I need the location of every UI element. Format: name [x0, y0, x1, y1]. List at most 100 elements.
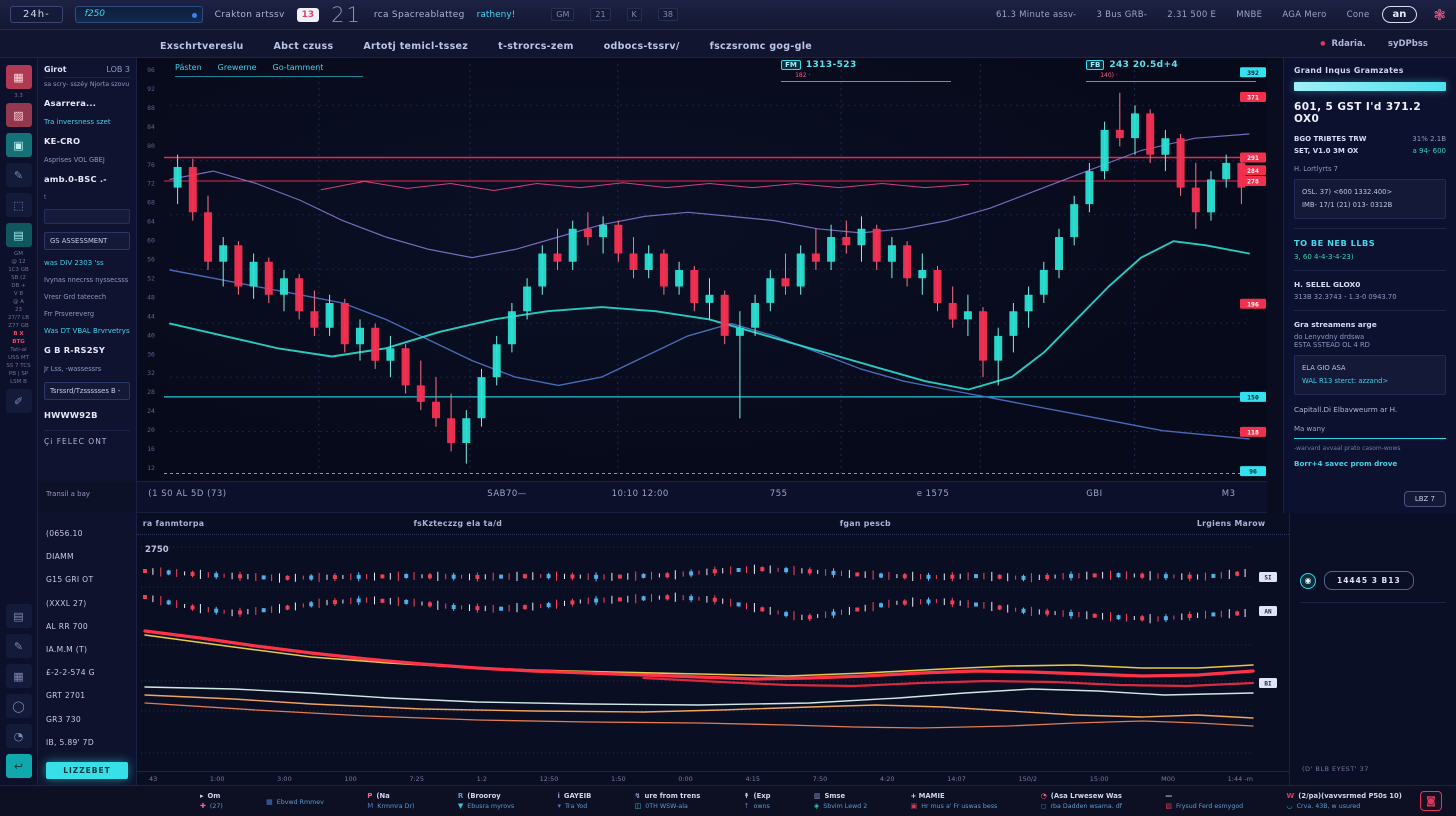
statusbar-group[interactable]: + MAMIE▣Hr mus a' Fr uswas bess: [911, 792, 998, 810]
topbar-menu-item[interactable]: MNBE: [1236, 10, 1262, 20]
rail-icon[interactable]: PB | SP: [4, 371, 34, 377]
statusbar-group[interactable]: ▥Smse◈Sbvim Lewd 2: [814, 792, 867, 810]
instrument-row[interactable]: GR3 730: [46, 715, 128, 724]
menubar-item[interactable]: Artotj temicl-tssez: [363, 41, 468, 52]
app-logo[interactable]: 24h-: [10, 6, 63, 23]
rail-icon[interactable]: 27/7 LB: [4, 315, 34, 321]
watchlist-item[interactable]: Tra inversness szet: [44, 118, 130, 126]
watchlist-item[interactable]: Tsrssrd/Tzssssses B -: [44, 382, 130, 400]
legend-item[interactable]: Go-tamment: [273, 63, 324, 72]
statusbar-group[interactable]: ◔(Asa Lrwesew Was◻rba Dadden wsama. df: [1041, 792, 1122, 810]
grid-icon[interactable]: ▦: [6, 664, 32, 688]
topbar-tool-icon[interactable]: 38: [658, 8, 678, 21]
instrument-row[interactable]: (XXXL 27): [46, 599, 128, 608]
red-chart-tile-icon[interactable]: ▦: [6, 65, 32, 89]
pen-icon[interactable]: ✐: [6, 389, 32, 413]
draw-icon[interactable]: ✎: [6, 163, 32, 187]
time-axis[interactable]: (1 S0 AL 5D (73)SAB70—10:10 12:00755e 15…: [137, 482, 1267, 513]
watchlist-item[interactable]: GS ASSESSMENT: [44, 232, 130, 250]
statusbar-group[interactable]: —▨Frysud Ferd esmygod: [1165, 792, 1243, 810]
menubar-item[interactable]: t-strorcs-zem: [498, 41, 574, 52]
teal-action-icon[interactable]: ↩: [6, 754, 32, 778]
rail-icon[interactable]: @ 12: [4, 259, 34, 265]
statusbar-group[interactable]: ▸Om✚(27): [200, 792, 223, 810]
user-avatar-icon[interactable]: ❃: [1433, 6, 1446, 24]
btc-icon[interactable]: B X: [4, 331, 34, 337]
watchlist-item[interactable]: HWWW92B: [44, 410, 130, 420]
pink-photo-tile-icon[interactable]: ▨: [6, 103, 32, 127]
statusbar-group[interactable]: W(2/pa)(vavvsrmed P50s 10)◡Crva. 43B, w …: [1287, 792, 1402, 810]
teal-photo-tile-icon[interactable]: ▣: [6, 133, 32, 157]
topbar-menu-item[interactable]: Cone: [1347, 10, 1370, 20]
panel-footer-link[interactable]: Borr+4 savec prom drove: [1294, 459, 1446, 468]
menubar-item[interactable]: odbocs-tssrv/: [604, 41, 680, 52]
menubar-item[interactable]: Abct czuss: [274, 41, 334, 52]
circle-icon[interactable]: ◯: [6, 694, 32, 718]
account-pill[interactable]: an: [1382, 6, 1418, 23]
rail-icon[interactable]: Tati-al: [4, 347, 34, 353]
instrument-row[interactable]: DIAMM: [46, 552, 128, 561]
instrument-row[interactable]: IB, 5.89' 7D: [46, 738, 128, 747]
topbar-tool-icon[interactable]: K: [627, 8, 642, 21]
candlestick-chart[interactable]: 9692888480767268646056524844403632282420…: [137, 58, 1267, 482]
menubar-item[interactable]: Exschrtvereslu: [160, 41, 244, 52]
teal-panel-icon[interactable]: ▤: [6, 223, 32, 247]
rail-icon[interactable]: USS MT: [4, 355, 34, 361]
legend-item[interactable]: Pásten: [175, 63, 202, 72]
status-alert-icon[interactable]: ◙: [1420, 791, 1442, 811]
rail-icon[interactable]: 1C3 GB: [4, 267, 34, 273]
topbar-menu-item[interactable]: AGA Mero: [1282, 10, 1326, 20]
rail-icon[interactable]: 23: [4, 307, 34, 313]
shapes-icon[interactable]: ⬚: [6, 193, 32, 217]
clock-icon[interactable]: ◔: [6, 724, 32, 748]
statusbar-group[interactable]: ↟(Exp↑owns: [744, 792, 771, 810]
statusbar-group[interactable]: P(NaMKrmmra Dr): [367, 792, 414, 810]
indicator-tab[interactable]: Lrgiens Marow: [1197, 519, 1266, 528]
ratio-label[interactable]: 3.3: [4, 93, 34, 99]
indicator-chart[interactable]: SIANBI: [137, 535, 1290, 761]
indicator-tab[interactable]: ra fanmtorpa: [143, 519, 205, 528]
indicator-panel[interactable]: ra fanmtorpafsKzteczzg ela ta/dfgan pesc…: [137, 513, 1290, 785]
watchlist-item[interactable]: amb.0-BSC .-: [44, 174, 130, 184]
location-pin-icon[interactable]: ◉: [1300, 573, 1316, 589]
indicator-tab[interactable]: fgan pescb: [840, 519, 891, 528]
instrument-row[interactable]: (0656.10: [46, 529, 128, 538]
rail-icon[interactable]: DB +: [4, 283, 34, 289]
topbar-tool-icon[interactable]: 21: [590, 8, 610, 21]
topbar-tool-icon[interactable]: GM: [551, 8, 574, 21]
instrument-row[interactable]: GRT 2701: [46, 691, 128, 700]
statusbar-group[interactable]: ↯ure from trens◫0TH WSW-ala: [635, 792, 701, 810]
details-link[interactable]: H. Lortlyrts 7: [1294, 165, 1446, 173]
instrument-row[interactable]: G15 GRI OT: [46, 575, 128, 584]
watchlist-item[interactable]: Was DT VBAL Brvrvetrystrs: [44, 327, 130, 335]
watchlist-item[interactable]: Asarrera...: [44, 98, 130, 108]
instrument-row[interactable]: AL RR 700: [46, 622, 128, 631]
rail-icon[interactable]: @ A: [4, 299, 34, 305]
panel-footer-button[interactable]: LBZ 7: [1404, 491, 1446, 507]
search-input[interactable]: f250: [75, 6, 203, 23]
watchlist-item[interactable]: G B R-RS2SY: [44, 345, 130, 355]
watchlist-item[interactable]: [44, 209, 130, 224]
rail-icon[interactable]: LSM B: [4, 379, 34, 385]
statusbar-group[interactable]: R(Brooroy▼Ebusra myrovs: [458, 792, 514, 810]
watchlist-item[interactable]: was DIV 2303 'ss: [44, 259, 130, 267]
main-chart[interactable]: 9692888480767268646056524844403632282420…: [137, 58, 1267, 482]
rail-icon[interactable]: Z77 GB: [4, 323, 34, 329]
topbar-menu-item[interactable]: 3 Bus GRB-: [1096, 10, 1147, 20]
statusbar-group[interactable]: iGAYEIB▾Tra Yod: [557, 792, 591, 810]
notification-badge[interactable]: 13: [297, 8, 320, 22]
gm-label[interactable]: GM: [4, 251, 34, 257]
statusbar-group[interactable]: ▦Ebvwd Rmmev: [266, 796, 324, 806]
document-icon[interactable]: ▤: [6, 604, 32, 628]
instrument-row[interactable]: £-2-2-574 G: [46, 668, 128, 677]
watchlist-item[interactable]: KE-CRO: [44, 136, 130, 146]
rail-icon[interactable]: SB (2: [4, 275, 34, 281]
rail-icon[interactable]: SS 7 TCS: [4, 363, 34, 369]
primary-action-button[interactable]: LIZZEBET: [46, 762, 128, 779]
alert-button[interactable]: 14445 3 B13: [1324, 571, 1414, 590]
instrument-row[interactable]: IA.M.M (T): [46, 645, 128, 654]
rail-icon[interactable]: V B: [4, 291, 34, 297]
legend-item[interactable]: Grewerne: [218, 63, 257, 72]
topbar-menu-item[interactable]: 2.31 500 E: [1167, 10, 1216, 20]
menubar-item[interactable]: fsczsromc gog-gle: [710, 41, 812, 52]
